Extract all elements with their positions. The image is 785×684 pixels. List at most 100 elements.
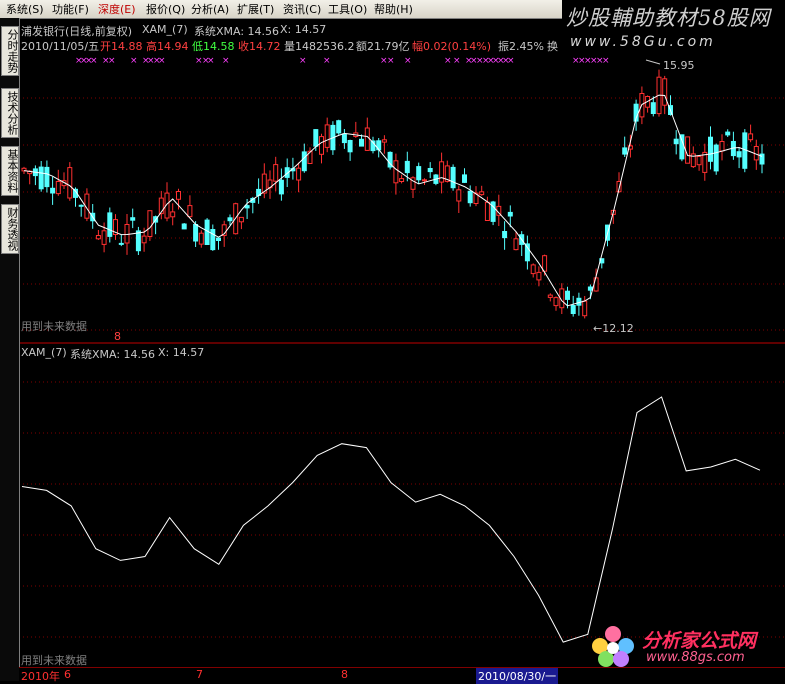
- change: 幅0.02(0.14%): [412, 40, 492, 53]
- stock-name: 浦发银行(日线,前复权): [21, 25, 133, 38]
- candle-body: [181, 223, 187, 230]
- price-marker: 8: [114, 330, 121, 343]
- amount: 额21.79亿: [356, 40, 410, 53]
- candle-body: [244, 205, 250, 209]
- candle-body: [513, 238, 519, 251]
- signal-mark: ×: [158, 56, 166, 66]
- candle-body: [238, 216, 244, 223]
- candle-body: [359, 138, 364, 147]
- low-price: 低14.58: [192, 40, 235, 53]
- xma-indicator-line: [21, 396, 761, 643]
- candle-body: [484, 201, 490, 222]
- candle-body: [404, 160, 410, 174]
- signal-mark: ×: [222, 56, 230, 66]
- candle-body: [708, 136, 713, 162]
- candle-body: [130, 217, 136, 221]
- candle-body: [582, 300, 588, 317]
- menu-item-6[interactable]: 资讯(C): [283, 1, 321, 17]
- menu-item-4[interactable]: 分析(A): [191, 1, 229, 17]
- watermark-logo: 分析家公式网 www.88gs.com: [586, 622, 785, 667]
- candle-body: [118, 242, 124, 245]
- candle-body: [393, 160, 399, 184]
- signal-mark: ×: [453, 56, 461, 66]
- candle-body: [719, 141, 725, 152]
- menu-item-2[interactable]: 深度(E): [98, 1, 136, 17]
- signal-mark: ×: [130, 56, 138, 66]
- lower-xma-value: 系统XMA: 14.56: [70, 348, 156, 361]
- brand-logo: 炒股輔助教材58股网 www.58Gu.com: [562, 0, 785, 50]
- open-price: 开14.88: [100, 40, 143, 53]
- candle-body: [141, 235, 147, 244]
- sidebar-tab-0[interactable]: 分时走势: [1, 26, 19, 76]
- candle-body: [736, 151, 742, 158]
- high-price: 高14.94: [146, 40, 189, 53]
- candle-body: [313, 129, 319, 147]
- candle-body: [95, 235, 101, 240]
- candle-body: [324, 124, 330, 148]
- candle-body: [50, 187, 56, 194]
- candle-body: [456, 189, 462, 202]
- candle-body: [422, 179, 427, 182]
- x-value: X: 14.57: [280, 23, 327, 36]
- candle-body: [547, 294, 553, 298]
- menu-item-3[interactable]: 报价(Q): [146, 1, 185, 17]
- amplitude: 振2.45%: [498, 40, 544, 53]
- menu-item-7[interactable]: 工具(O): [328, 1, 367, 17]
- candle-body: [530, 264, 536, 275]
- watermark-url: www.88gs.com: [646, 650, 745, 665]
- signal-mark: ×: [404, 56, 412, 66]
- candle-body: [565, 290, 570, 300]
- candle-body: [542, 255, 548, 272]
- candle-body: [524, 243, 530, 262]
- signal-mark: ×: [387, 56, 395, 66]
- low-label: ←12.12: [593, 322, 634, 335]
- future-data-note: 用到未来数据: [21, 320, 87, 333]
- signal-mark: ×: [507, 56, 515, 66]
- sidebar-tab-3[interactable]: 财务透视: [1, 204, 19, 254]
- candle-body: [210, 229, 216, 251]
- candle-body: [553, 297, 559, 307]
- candle-body: [170, 211, 176, 218]
- menu-item-5[interactable]: 扩展(T): [237, 1, 274, 17]
- menu-item-1[interactable]: 功能(F): [52, 1, 89, 17]
- candle-body: [650, 102, 656, 114]
- moving-average-line: [23, 94, 763, 307]
- candle-body: [399, 178, 405, 183]
- watermark-title: 分析家公式网: [642, 630, 757, 652]
- candle-body: [381, 139, 387, 143]
- sidebar: 分时走势技术分析基本资料财务透视: [0, 18, 20, 681]
- indicator-name: XAM_(7): [142, 23, 188, 36]
- sidebar-tab-1[interactable]: 技术分析: [1, 88, 19, 138]
- menu-item-0[interactable]: 系统(S): [6, 1, 44, 17]
- candle-body: [301, 151, 307, 172]
- candle-body: [176, 191, 181, 200]
- candle-body: [725, 131, 731, 136]
- candle-body: [227, 217, 233, 222]
- high-arrow: [645, 59, 661, 65]
- signal-marks: ×××× ×× × ×××× × ×× × × × × × × × × ××××××××× ××××××: [75, 56, 610, 66]
- turnover: 换: [547, 40, 558, 53]
- date-axis: 2010年 6 7 8 2010/08/30/一: [19, 667, 785, 684]
- signal-mark: ×: [90, 56, 98, 66]
- candle-body: [147, 210, 153, 237]
- candle-body: [319, 136, 324, 155]
- signal-mark: ×: [299, 56, 307, 66]
- lower-future-data-note: 用到未来数据: [21, 654, 87, 667]
- candle-body: [216, 237, 221, 242]
- date-label-4: 2010/08/30/一: [476, 668, 559, 684]
- menu-item-8[interactable]: 帮助(H): [374, 1, 413, 17]
- signal-mark: ×: [602, 56, 610, 66]
- lower-indicator-name: XAM_(7): [21, 346, 67, 359]
- candle-body: [364, 127, 370, 151]
- candle-body: [713, 144, 719, 172]
- candle-body: [748, 133, 754, 141]
- candle-body: [685, 136, 691, 164]
- candlesticks: [21, 69, 765, 319]
- candle-body: [67, 167, 73, 199]
- candle-body: [570, 305, 576, 314]
- signal-mark: ×: [444, 56, 452, 66]
- candle-body: [536, 271, 542, 281]
- candle-body: [273, 164, 279, 182]
- candle-body: [38, 166, 44, 190]
- sidebar-tab-2[interactable]: 基本资料: [1, 146, 19, 196]
